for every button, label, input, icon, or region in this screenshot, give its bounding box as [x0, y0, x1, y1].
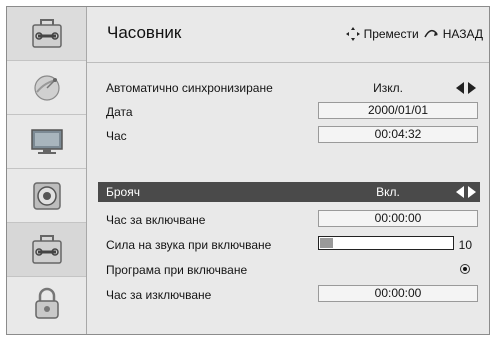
radio-dot	[463, 267, 467, 271]
key-hints: Премести НАЗАД	[345, 27, 483, 41]
off-time-field[interactable]: 00:00:00	[318, 285, 478, 302]
sidebar	[7, 7, 87, 334]
speaker-icon	[32, 181, 61, 210]
auto-sync-row[interactable]: Автоматично синхронизиране Изкл.	[98, 78, 480, 98]
satellite-dish-icon	[33, 74, 60, 101]
on-program-row[interactable]: Програма при включване	[98, 260, 480, 280]
date-row[interactable]: Дата 2000/01/01	[98, 102, 480, 122]
sidebar-item-channels[interactable]	[7, 61, 86, 115]
on-time-field[interactable]: 00:00:00	[318, 210, 478, 227]
sidebar-item-sound[interactable]	[7, 169, 86, 223]
volume-slider-fill	[320, 238, 334, 248]
auto-sync-value: Изкл.	[373, 81, 403, 95]
volume-value: 10	[458, 238, 472, 252]
sidebar-item-picture[interactable]	[7, 115, 86, 169]
settings-window: Часовник Премести НАЗАД Автоматично синх…	[6, 6, 490, 335]
timer-value: Вкл.	[376, 185, 400, 199]
toolbox-icon	[31, 18, 62, 48]
program-radio[interactable]	[460, 264, 470, 274]
sidebar-item-setup-header[interactable]	[7, 7, 86, 61]
sidebar-item-lock[interactable]	[7, 277, 86, 331]
on-time-label: Час за включване	[106, 213, 206, 227]
volume-slider[interactable]	[318, 236, 454, 250]
off-time-label: Час за изключване	[106, 288, 212, 302]
time-row[interactable]: Час 00:04:32	[98, 126, 480, 146]
sidebar-item-setup[interactable]	[7, 223, 86, 277]
date-field[interactable]: 2000/01/01	[318, 102, 478, 119]
return-arrow-icon	[424, 29, 438, 38]
on-volume-row[interactable]: Сила на звука при включване 10	[98, 235, 480, 255]
time-field[interactable]: 00:04:32	[318, 126, 478, 143]
auto-sync-label: Автоматично синхронизиране	[106, 81, 273, 95]
toolbox-icon	[31, 234, 62, 264]
off-time-row[interactable]: Час за изключване 00:00:00	[98, 285, 480, 305]
timer-label: Брояч	[106, 185, 140, 199]
back-hint: НАЗАД	[442, 27, 483, 41]
on-program-label: Програма при включване	[106, 263, 248, 277]
padlock-icon	[34, 287, 59, 319]
page-title: Часовник	[107, 23, 182, 42]
time-label: Час	[106, 129, 127, 143]
on-volume-label: Сила на звука при включване	[106, 238, 272, 252]
move-hint: Премести	[363, 27, 419, 41]
header: Часовник Премести НАЗАД	[87, 7, 489, 63]
monitor-icon	[30, 128, 63, 154]
left-right-arrows-icon[interactable]	[456, 82, 476, 94]
timer-row[interactable]: Брояч Вкл.	[98, 182, 480, 202]
on-time-row[interactable]: Час за включване 00:00:00	[98, 210, 480, 230]
four-way-arrow-icon	[345, 27, 360, 41]
date-label: Дата	[106, 105, 133, 119]
left-right-arrows-icon[interactable]	[456, 186, 476, 198]
